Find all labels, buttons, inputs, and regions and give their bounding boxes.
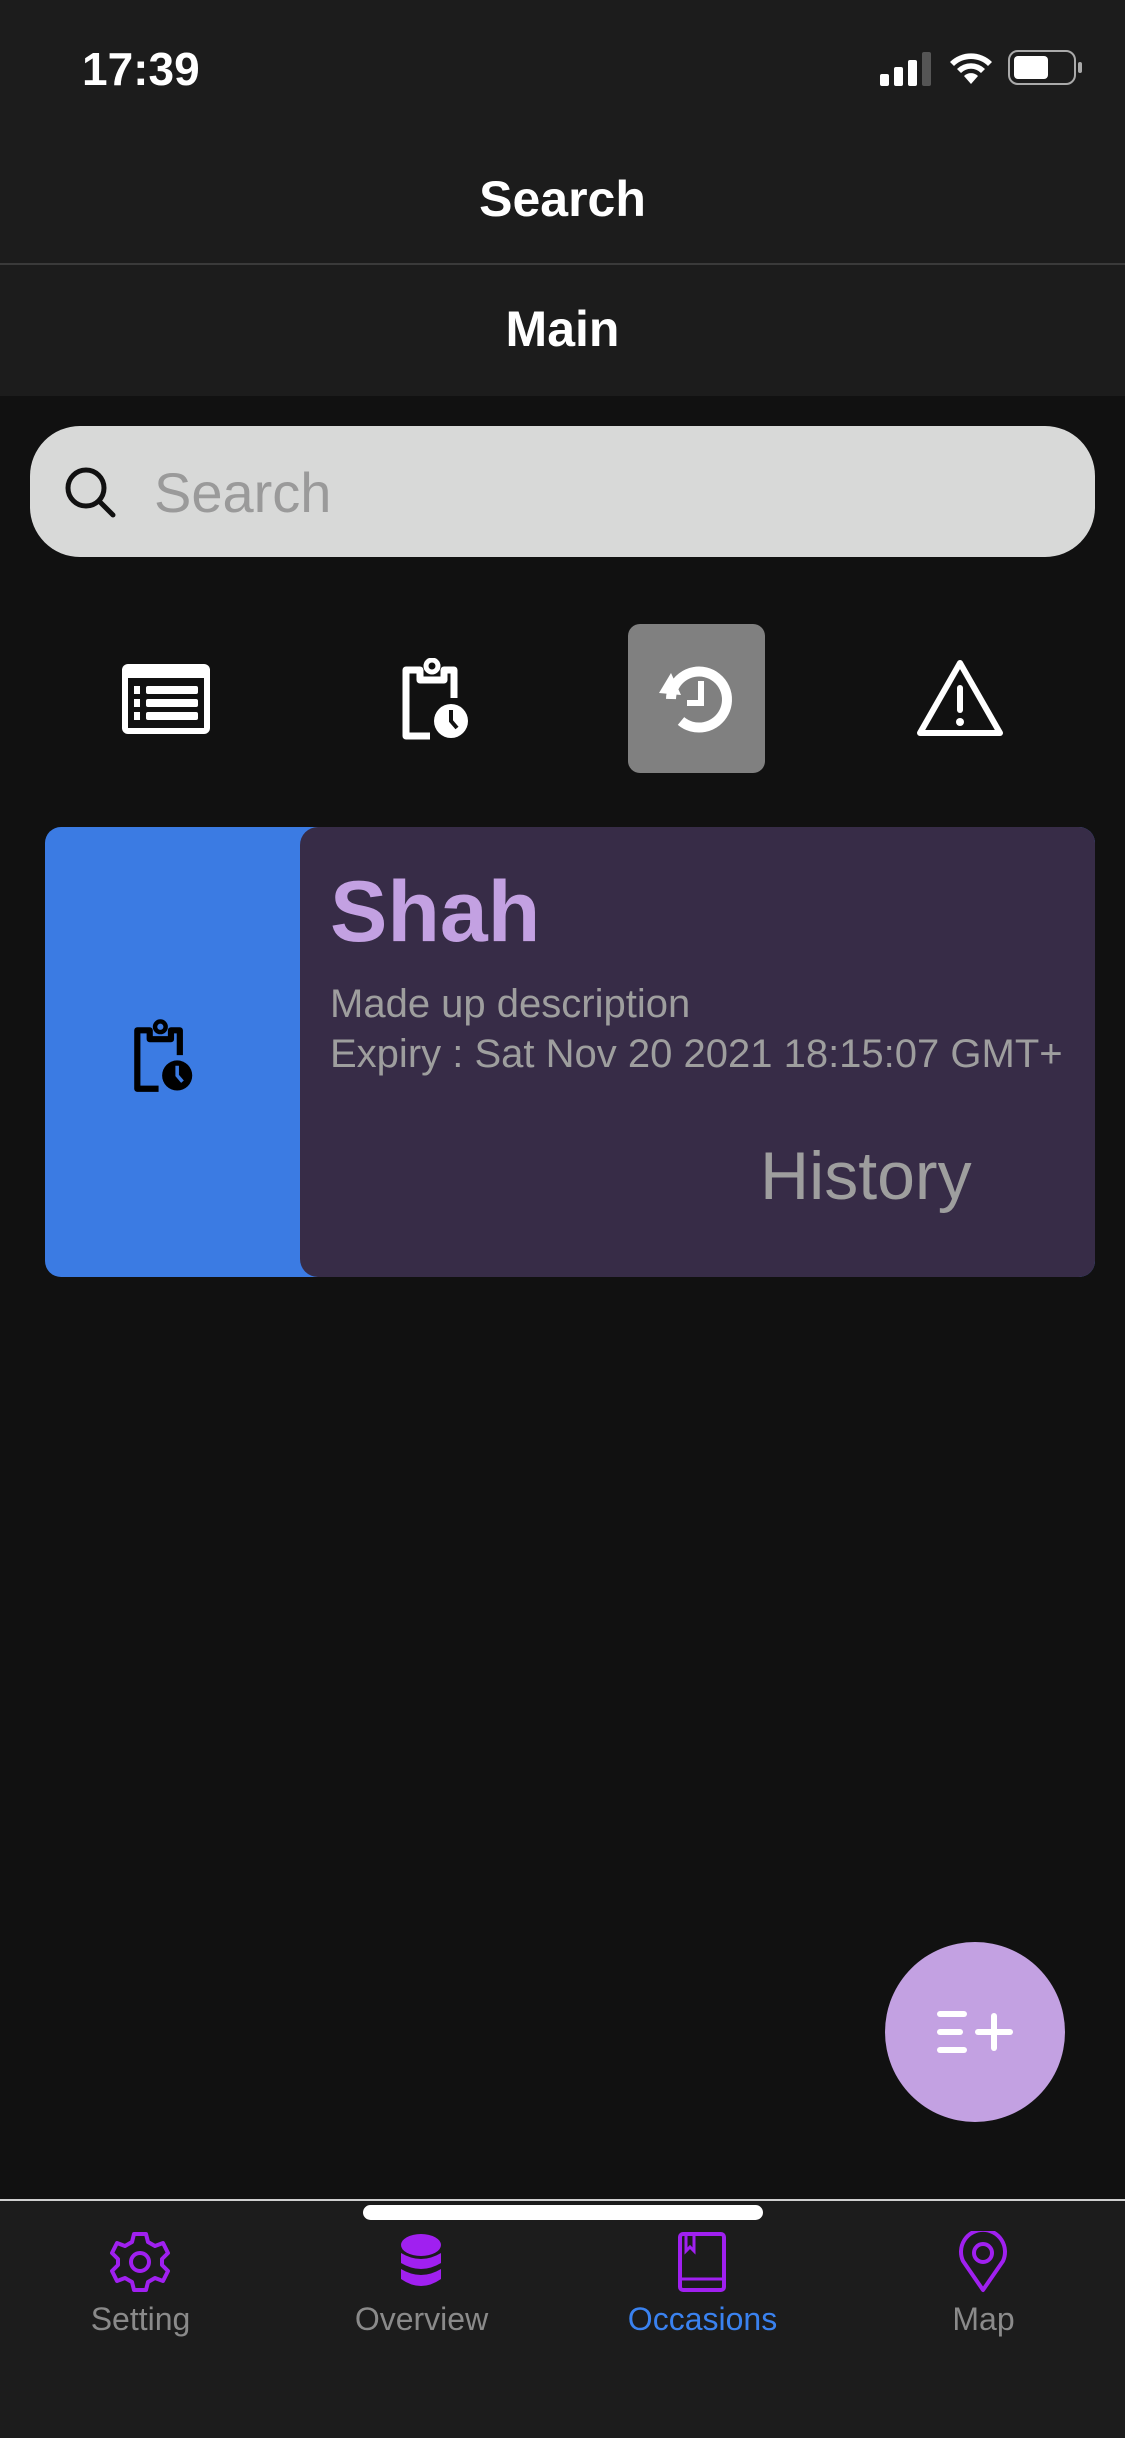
- map-pin-icon: [959, 2231, 1007, 2292]
- filter-pending-button[interactable]: [366, 624, 503, 773]
- search-bar[interactable]: [30, 426, 1095, 557]
- filter-history-button[interactable]: [628, 624, 765, 773]
- clipboard-clock-icon: [402, 657, 468, 739]
- tab-occasions[interactable]: Occasions: [562, 2201, 843, 2371]
- home-indicator: [363, 2205, 763, 2220]
- tab-label: Overview: [354, 2301, 489, 2337]
- add-list-button[interactable]: [885, 1942, 1065, 2122]
- list-icon: [121, 663, 210, 734]
- search-input[interactable]: [152, 446, 1056, 538]
- book-icon: [678, 2232, 726, 2292]
- status-time: 17:39: [82, 43, 200, 95]
- tab-label: Occasions: [627, 2301, 778, 2337]
- section-title: Main: [505, 301, 620, 357]
- warning-icon: [916, 659, 1003, 736]
- tab-label: Setting: [90, 2301, 191, 2337]
- navigation-header: Search Main: [0, 130, 1125, 396]
- card-content[interactable]: Shah Made up description Expiry : Sat No…: [300, 827, 1095, 1277]
- tab-map[interactable]: Map: [843, 2201, 1124, 2371]
- tab-setting[interactable]: Setting: [0, 2201, 281, 2371]
- add-list-icon: [937, 2011, 1013, 2053]
- history-icon: [658, 666, 732, 732]
- card-name: Shah: [330, 864, 541, 960]
- page-title: Search: [479, 171, 646, 227]
- card-expiry: Expiry : Sat Nov 20 2021 18:15:07 GMT+: [330, 1032, 1063, 1076]
- filter-warning-button[interactable]: [891, 624, 1028, 773]
- header-divider: [0, 263, 1125, 265]
- signal-icon: [880, 52, 931, 86]
- tab-bar: Setting Overview Occasions Map: [0, 2199, 1125, 2438]
- database-icon: [401, 2234, 441, 2286]
- filter-list-button[interactable]: [97, 624, 234, 773]
- card-status: History: [760, 1138, 972, 1214]
- battery-icon: [1008, 50, 1082, 85]
- gear-icon: [110, 2232, 170, 2292]
- search-icon: [65, 467, 116, 518]
- wifi-icon: [950, 53, 992, 84]
- card-description: Made up description: [330, 982, 691, 1026]
- tab-label: Map: [952, 2301, 1015, 2337]
- occasion-card[interactable]: Shah Made up description Expiry : Sat No…: [45, 827, 1095, 1277]
- status-bar: 17:39: [0, 0, 1125, 130]
- tab-overview[interactable]: Overview: [281, 2201, 562, 2371]
- clipboard-clock-icon[interactable]: [132, 1019, 194, 1093]
